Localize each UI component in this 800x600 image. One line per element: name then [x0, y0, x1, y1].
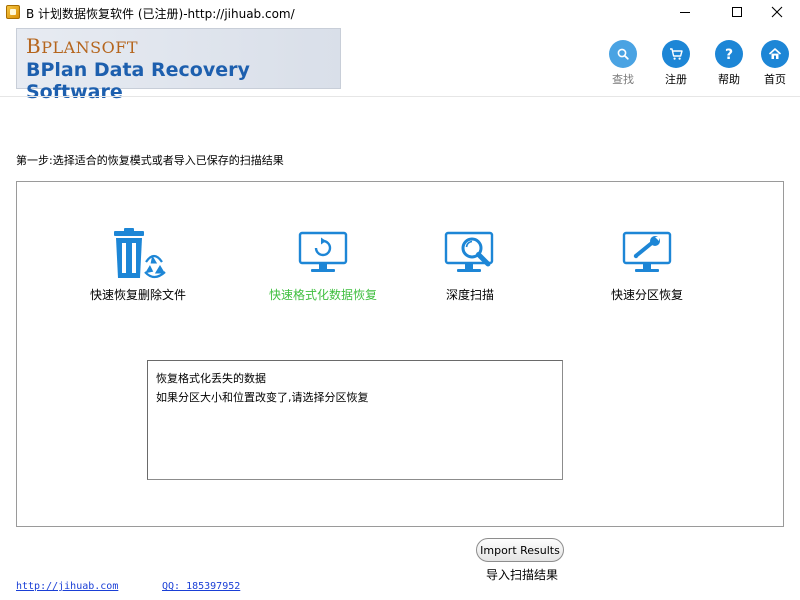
website-link[interactable]: http://jihuab.com — [16, 581, 118, 592]
help-icon: ? — [725, 47, 733, 62]
minimize-icon — [680, 12, 690, 13]
home-icon — [768, 48, 782, 59]
mode-deep-scan[interactable]: 深度扫描 — [395, 228, 545, 308]
title-bar[interactable]: B 计划数据恢复软件 (已注册)-http://jihuab.com/ — [0, 0, 800, 24]
description-line-2: 如果分区大小和位置改变了,请选择分区恢复 — [156, 391, 369, 404]
monitor-magnifier-icon — [444, 231, 494, 272]
mode-quick-format-label: 快速格式化数据恢复 — [268, 288, 377, 302]
mode-deep-scan-label: 深度扫描 — [445, 288, 494, 302]
monitor-refresh-icon — [298, 231, 348, 272]
app-icon — [6, 5, 20, 19]
qq-link[interactable]: QQ: 185397952 — [162, 581, 240, 592]
home-button-circle — [761, 40, 789, 68]
register-button-circle — [662, 40, 690, 68]
mode-quick-deleted-icon-wrap — [106, 228, 170, 280]
register-button[interactable]: 注册 — [651, 40, 701, 88]
help-button-circle: ? — [715, 40, 743, 68]
import-results-label: 导入扫描结果 — [486, 568, 559, 582]
brand-name: BPLANSOFT — [26, 34, 138, 58]
mode-quick-format-recovery[interactable]: 快速格式化数据恢复 — [248, 228, 398, 308]
mode-partition-label: 快速分区恢复 — [610, 288, 683, 302]
brand-initial: B — [26, 34, 42, 58]
brand-rest: PLANSOFT — [41, 38, 138, 57]
brand-logo: BPLANSOFT BPlan Data Recovery Software — [16, 28, 341, 103]
mode-quick-deleted-label: 快速恢复删除文件 — [89, 288, 186, 302]
mode-deep-scan-icon-wrap — [438, 228, 502, 280]
mode-partition-icon-wrap — [615, 228, 679, 280]
help-label: 帮助 — [718, 73, 740, 86]
close-button[interactable] — [754, 0, 800, 24]
recycle-bin-icon — [114, 228, 167, 279]
mode-quick-format-icon-wrap — [291, 228, 355, 280]
monitor-wrench-icon — [622, 231, 672, 272]
header-divider — [0, 96, 800, 97]
window-title: B 计划数据恢复软件 (已注册)-http://jihuab.com/ — [26, 7, 295, 21]
close-icon — [771, 6, 783, 18]
description-line-1: 恢复格式化丢失的数据 — [156, 372, 266, 385]
maximize-icon — [732, 7, 742, 17]
search-icon — [617, 48, 629, 60]
home-label: 首页 — [764, 73, 786, 86]
cart-icon — [669, 48, 683, 60]
register-label: 注册 — [665, 73, 687, 86]
mode-description-box: 恢复格式化丢失的数据 如果分区大小和位置改变了,请选择分区恢复 — [147, 360, 563, 480]
import-results-button[interactable]: Import Results — [476, 538, 564, 562]
mode-quick-deleted-recovery[interactable]: 快速恢复删除文件 — [63, 228, 213, 308]
find-button-circle — [609, 40, 637, 68]
step-instruction: 第一步:选择适合的恢复模式或者导入已保存的扫描结果 — [16, 154, 284, 167]
svg-text:?: ? — [725, 47, 733, 62]
mode-quick-partition-recovery[interactable]: 快速分区恢复 — [572, 228, 722, 308]
home-button[interactable]: 首页 — [750, 40, 800, 88]
find-button[interactable]: 查找 — [598, 40, 648, 88]
minimize-button[interactable] — [662, 0, 708, 24]
recovery-mode-panel: 快速恢复删除文件 快速格式化数据恢复 深度扫描 快速分区恢复 恢复格式化丢失的数… — [16, 181, 784, 527]
find-label: 查找 — [612, 73, 634, 86]
help-button[interactable]: ? 帮助 — [704, 40, 754, 88]
